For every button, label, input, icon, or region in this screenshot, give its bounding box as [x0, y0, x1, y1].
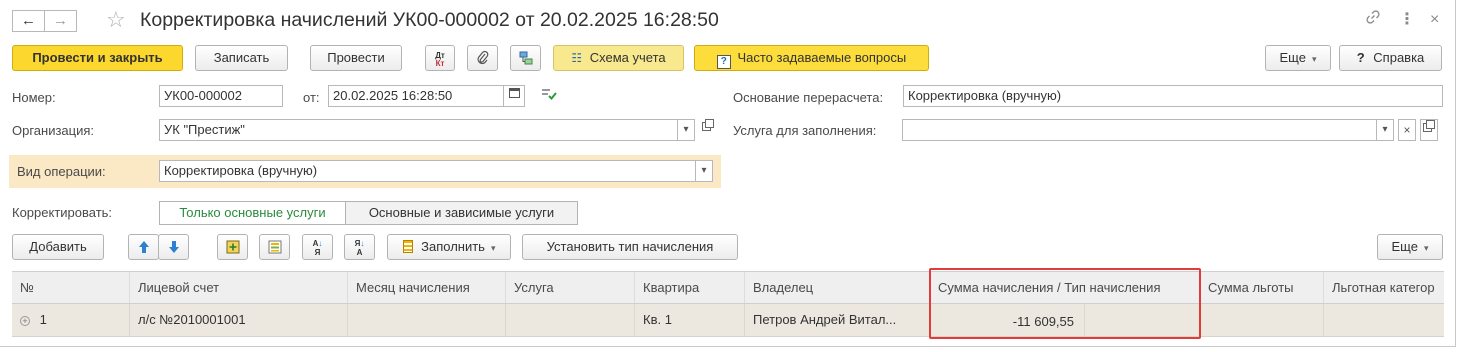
table-more-button[interactable]: Еще ▾	[1377, 234, 1443, 260]
post-and-close-button[interactable]: Провести и закрыть	[12, 45, 183, 71]
service-clear[interactable]: ×	[1398, 119, 1416, 141]
favorite-star-icon[interactable]: ☆	[106, 7, 126, 33]
document-window: ← → ☆ Корректировка начислений УК00-0000…	[0, 0, 1456, 347]
chevron-down-icon: ▾	[701, 165, 707, 176]
organization-label: Организация:	[12, 123, 95, 138]
page-title: Корректировка начислений УК00-000002 от …	[140, 9, 719, 31]
calendar-button[interactable]	[503, 85, 525, 107]
column-header-service[interactable]: Услуга	[506, 272, 635, 303]
cell-number: + 1	[12, 304, 130, 336]
move-up-button[interactable]	[128, 234, 159, 260]
date-field[interactable]: 20.02.2025 16:28:50	[328, 85, 504, 107]
fill-list-icon	[268, 240, 281, 254]
sort-desc-button[interactable]: Я↓ А	[344, 234, 375, 260]
column-header-benefit[interactable]: Сумма льготы	[1200, 272, 1324, 303]
basis-field[interactable]: Корректировка (вручную)	[903, 85, 1443, 107]
service-field[interactable]	[902, 119, 1377, 141]
link-icon[interactable]	[1365, 9, 1381, 32]
question-icon: ?	[716, 55, 731, 69]
service-dropdown[interactable]: ▾	[1376, 119, 1394, 141]
service-open[interactable]	[1420, 119, 1438, 141]
close-icon[interactable]: ×	[1430, 9, 1439, 31]
dt-kt-icon: Дт Кт	[435, 51, 445, 68]
add-group-icon	[226, 240, 239, 254]
highlight-frame	[929, 268, 1201, 339]
column-header-month[interactable]: Месяц начисления	[348, 272, 506, 303]
column-header-number[interactable]: №	[12, 272, 130, 303]
table-header: № Лицевой счет Месяц начисления Услуга К…	[12, 271, 1444, 304]
toggle-main-services[interactable]: Только основные услуги	[159, 201, 346, 225]
sort-asc-button[interactable]: А↓ Я	[302, 234, 333, 260]
fill-icon	[402, 240, 413, 253]
calendar-icon	[508, 88, 520, 98]
column-header-flat[interactable]: Квартира	[635, 272, 745, 303]
chevron-down-icon: ▾	[490, 243, 496, 253]
sort-za-icon: Я↓ А	[354, 239, 365, 257]
cell-owner: Петров Андрей Витал...	[745, 304, 930, 336]
number-label: Номер:	[12, 90, 56, 105]
expand-icon[interactable]: +	[20, 316, 30, 326]
forward-button[interactable]: →	[44, 10, 77, 32]
number-field[interactable]: УК00-000002	[159, 85, 283, 107]
toggle-main-and-dependent[interactable]: Основные и зависимые услуги	[345, 201, 578, 225]
fill-button[interactable]: Заполнить ▾	[387, 234, 511, 260]
forward-arrow-icon: →	[53, 12, 68, 29]
back-button[interactable]: ←	[12, 10, 45, 32]
clear-icon: ×	[1403, 123, 1411, 137]
scheme-icon: ☷	[571, 51, 583, 65]
chevron-down-icon: ▾	[1423, 243, 1429, 253]
back-arrow-icon: ←	[21, 12, 36, 29]
arrow-down-icon	[168, 241, 179, 253]
add-group-button[interactable]	[217, 234, 248, 260]
accounting-scheme-button[interactable]: ☷ Схема учета	[553, 45, 684, 71]
column-header-owner[interactable]: Владелец	[745, 272, 930, 303]
add-row-button[interactable]: Добавить	[12, 234, 104, 260]
dt-kt-button[interactable]: Дт Кт	[425, 45, 455, 71]
cell-account: л/с №2010001001	[130, 304, 348, 336]
table-row[interactable]: + 1 л/с №2010001001 Кв. 1 Петров Андрей …	[12, 304, 1444, 337]
more-vertical-icon[interactable]: ⋮	[1399, 9, 1415, 31]
faq-button[interactable]: ? Часто задаваемые вопросы	[694, 45, 929, 71]
correct-label: Корректировать:	[12, 205, 113, 220]
check-list-icon[interactable]	[541, 87, 557, 104]
save-button[interactable]: Записать	[195, 45, 288, 71]
cell-category	[1324, 304, 1444, 336]
chevron-down-icon: ▾	[1311, 54, 1317, 64]
fill-down-button[interactable]	[259, 234, 290, 260]
date-label: от:	[303, 90, 320, 105]
organization-dropdown[interactable]: ▾	[677, 119, 695, 141]
cell-month	[348, 304, 506, 336]
open-form-icon	[1423, 120, 1435, 132]
attach-button[interactable]	[467, 45, 498, 71]
cell-benefit	[1200, 304, 1324, 336]
move-down-button[interactable]	[158, 234, 189, 260]
arrow-up-icon	[138, 241, 149, 253]
organization-open[interactable]	[699, 119, 717, 141]
chevron-down-icon: ▾	[683, 124, 689, 135]
more-button[interactable]: Еще ▾	[1265, 45, 1331, 71]
chevron-down-icon: ▾	[1382, 124, 1388, 135]
post-button[interactable]: Провести	[310, 45, 402, 71]
paperclip-icon	[477, 50, 488, 65]
service-label: Услуга для заполнения:	[733, 123, 877, 138]
cell-flat: Кв. 1	[635, 304, 745, 336]
column-header-category[interactable]: Льготная категор	[1324, 272, 1444, 303]
organization-field[interactable]: УК "Престиж"	[159, 119, 678, 141]
operation-type-label: Вид операции:	[17, 164, 106, 179]
structure-icon	[519, 51, 532, 65]
operation-type-dropdown[interactable]: ▾	[695, 160, 713, 182]
column-header-account[interactable]: Лицевой счет	[130, 272, 348, 303]
structure-button[interactable]	[510, 45, 541, 71]
basis-label: Основание перерасчета:	[733, 90, 884, 105]
sort-az-icon: А↓ Я	[312, 239, 323, 257]
set-charge-type-button[interactable]: Установить тип начисления	[522, 234, 738, 260]
open-form-icon	[702, 119, 714, 131]
help-button[interactable]: ? Справка	[1339, 45, 1442, 71]
operation-type-field[interactable]: Корректировка (вручную)	[159, 160, 696, 182]
cell-service	[506, 304, 635, 336]
